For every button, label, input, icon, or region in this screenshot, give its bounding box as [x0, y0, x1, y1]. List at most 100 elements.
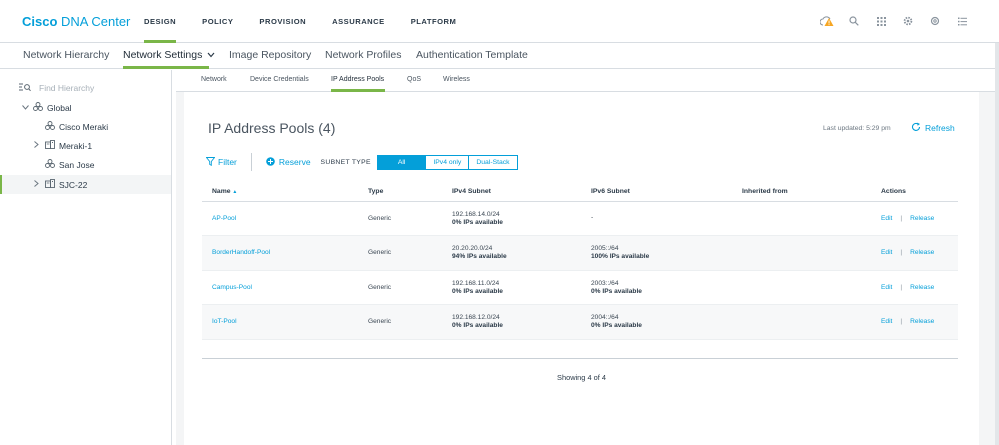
top-icons: [820, 14, 969, 28]
col-header-inherited-from: Inherited from: [732, 183, 871, 202]
reserve-button[interactable]: Reserve: [266, 156, 311, 168]
page-scrollbar[interactable]: [995, 43, 999, 445]
area-icon: [45, 121, 55, 132]
pool-ipv4-cell: 192.168.12.0/24 0% IPs available: [442, 304, 581, 340]
main-content: Network Device Credentials IP Address Po…: [176, 70, 999, 445]
pool-ipv4-cell: 192.168.11.0/24 0% IPs available: [442, 270, 581, 305]
search-icon[interactable]: [847, 14, 861, 28]
pools-toolbar: Filter Reserve SUBNET TYPE All IPv4 only…: [205, 152, 518, 172]
add-circle-icon: [266, 156, 275, 168]
tab-qos[interactable]: QoS: [407, 76, 421, 83]
subnav-authentication-template[interactable]: Authentication Template: [416, 49, 528, 61]
col-header-name[interactable]: Name ▲: [202, 183, 358, 202]
chevron-down-icon[interactable]: [22, 103, 30, 112]
edit-link[interactable]: Edit: [881, 215, 892, 222]
pool-type: Generic: [358, 235, 442, 271]
pool-name-link[interactable]: AP-Pool: [212, 215, 236, 222]
pool-actions: Edit | Release: [871, 270, 958, 305]
pool-type: Generic: [358, 270, 442, 305]
ip-pools-table: Name ▲ Type IPv4 Subnet IPv6 Subnet Inhe…: [202, 183, 958, 340]
col-header-type: Type: [358, 183, 442, 202]
apps-grid-icon[interactable]: [874, 14, 888, 28]
menu-list-icon[interactable]: [955, 14, 969, 28]
pool-inherited-from: [732, 235, 871, 271]
tab-ip-address-pools[interactable]: IP Address Pools: [331, 76, 384, 83]
table-row: Campus-Pool Generic 192.168.11.0/24 0% IP…: [202, 270, 958, 305]
release-link[interactable]: Release: [910, 249, 934, 256]
settings-tabs: Network Device Credentials IP Address Po…: [176, 70, 999, 92]
filter-button[interactable]: Filter: [205, 153, 252, 171]
pool-name-link[interactable]: BorderHandoff-Pool: [212, 249, 270, 256]
tools-icon[interactable]: [928, 14, 942, 28]
col-header-actions: Actions: [871, 183, 958, 202]
tree-node-sjc-22[interactable]: SJC-22: [0, 175, 171, 194]
last-updated-text: Last updated: 5:29 pm: [823, 125, 891, 132]
table-row: BorderHandoff-Pool Generic 20.20.20.0/24…: [202, 235, 958, 271]
subnet-option-ipv4-only[interactable]: IPv4 only: [426, 155, 470, 169]
tree-node-global[interactable]: Global: [0, 98, 171, 117]
pool-actions: Edit | Release: [871, 235, 958, 271]
table-row: IoT-Pool Generic 192.168.12.0/24 0% IPs a…: [202, 304, 958, 340]
pool-ipv6-cell: 2003::/64 0% IPs available: [581, 270, 732, 305]
subnav-network-profiles[interactable]: Network Profiles: [325, 49, 401, 61]
tree-node-meraki-1[interactable]: Meraki-1: [0, 136, 171, 155]
filter-label: Filter: [218, 157, 237, 167]
tab-network[interactable]: Network: [201, 76, 227, 83]
nav-policy[interactable]: POLICY: [202, 0, 233, 43]
col-header-ipv4-subnet: IPv4 Subnet: [442, 183, 581, 202]
pool-ipv6-cell: 2005::/64 100% IPs available: [581, 235, 732, 271]
tree-search-icon: [19, 79, 31, 97]
tree-node-san-jose[interactable]: San Jose: [0, 155, 171, 174]
edit-link[interactable]: Edit: [881, 249, 892, 256]
subnav-network-settings[interactable]: Network Settings: [123, 49, 215, 61]
sort-ascending-icon: ▲: [232, 189, 238, 196]
release-link[interactable]: Release: [910, 215, 934, 222]
app-brand[interactable]: Cisco DNA Center: [22, 14, 130, 29]
nav-design[interactable]: DESIGN: [144, 0, 177, 43]
table-header-row: Name ▲ Type IPv4 Subnet IPv6 Subnet Inhe…: [202, 183, 958, 202]
subnav-network-hierarchy[interactable]: Network Hierarchy: [23, 49, 109, 61]
release-link[interactable]: Release: [910, 318, 934, 325]
hierarchy-sidebar: Find Hierarchy Global Cisco Meraki Merak…: [0, 70, 172, 445]
area-icon: [45, 159, 55, 170]
filter-icon: [205, 156, 216, 168]
subnet-type-toggle: All IPv4 only Dual-Stack: [376, 154, 518, 170]
tree-node-label: San Jose: [59, 159, 95, 170]
subnet-option-dual-stack[interactable]: Dual-Stack: [469, 156, 516, 169]
pool-name-link[interactable]: Campus-Pool: [212, 284, 252, 291]
pool-type: Generic: [358, 304, 442, 340]
building-icon: [45, 140, 55, 151]
tab-device-credentials[interactable]: Device Credentials: [250, 76, 309, 83]
release-link[interactable]: Release: [910, 284, 934, 291]
pool-ipv6-cell: -: [581, 201, 732, 236]
pool-type: Generic: [358, 201, 442, 236]
settings-subnav: Network Hierarchy Network Settings Image…: [0, 43, 999, 69]
building-icon: [45, 179, 55, 190]
ip-pools-panel: IP Address Pools (4) Last updated: 5:29 …: [184, 92, 979, 445]
tree-node-label: Meraki-1: [59, 140, 93, 151]
pool-inherited-from: [732, 304, 871, 340]
top-bar: Cisco DNA Center DESIGN POLICY PROVISION…: [0, 0, 999, 43]
nav-assurance[interactable]: ASSURANCE: [332, 0, 385, 43]
chevron-right-icon[interactable]: [34, 180, 42, 189]
edit-link[interactable]: Edit: [881, 318, 892, 325]
global-site-icon: [33, 102, 43, 113]
alert-icon[interactable]: [820, 14, 834, 28]
table-row: AP-Pool Generic 192.168.14.0/24 0% IPs av…: [202, 201, 958, 236]
hierarchy-search-input[interactable]: Find Hierarchy: [39, 83, 94, 93]
pagination-summary: Showing 4 of 4: [557, 373, 606, 382]
pool-name-link[interactable]: IoT-Pool: [212, 318, 237, 325]
subnet-option-all[interactable]: All: [377, 155, 427, 169]
subnet-type-label: SUBNET TYPE: [320, 158, 371, 166]
nav-platform[interactable]: PLATFORM: [411, 0, 457, 43]
tab-wireless[interactable]: Wireless: [443, 76, 470, 83]
tree-node-cisco-meraki[interactable]: Cisco Meraki: [0, 117, 171, 136]
nav-provision[interactable]: PROVISION: [259, 0, 306, 43]
chevron-right-icon[interactable]: [34, 141, 42, 150]
subnav-image-repository[interactable]: Image Repository: [229, 49, 311, 61]
gear-icon[interactable]: [901, 14, 915, 28]
refresh-label: Refresh: [925, 123, 955, 133]
refresh-button[interactable]: Refresh: [911, 122, 955, 134]
hierarchy-search[interactable]: Find Hierarchy: [19, 79, 94, 97]
edit-link[interactable]: Edit: [881, 284, 892, 291]
